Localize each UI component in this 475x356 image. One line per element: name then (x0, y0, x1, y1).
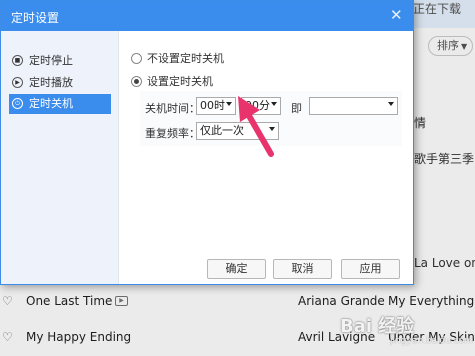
baidu-watermark-url: jingyan.baidu.com (390, 336, 474, 346)
sidebar-item-label: 定时播放 (29, 76, 73, 89)
date-select[interactable] (309, 97, 398, 115)
song-row-fragment: 歌手第三季 第 (414, 152, 475, 166)
dialog-title-bar[interactable]: 定时设置 ✕ (1, 1, 413, 31)
timer-stop-icon: ■ (12, 55, 23, 66)
chevron-down-icon (226, 102, 232, 106)
power-icon: ⏻ (12, 98, 23, 109)
sidebar-item-label: 定时停止 (29, 54, 73, 67)
repeat-frequency-label: 重复频率： (145, 127, 200, 140)
sidebar-item-label: 定时关机 (29, 97, 73, 110)
song-artist: Ariana Grande (298, 294, 385, 308)
shutdown-time-label: 关机时间： (145, 102, 200, 115)
download-label[interactable]: 正在下载 (413, 0, 461, 17)
song-title: My Happy Ending (26, 330, 132, 344)
settings-sidebar: ■ 定时停止 ▶ 定时播放 ⏻ 定时关机 (1, 31, 119, 284)
radio-button-selected[interactable] (131, 76, 142, 87)
sidebar-item-timer-play[interactable]: ▶ 定时播放 (9, 73, 111, 93)
song-row-fragment: La Love on I (414, 256, 475, 270)
sidebar-item-timer-shutdown[interactable]: ⏻ 定时关机 (9, 94, 111, 114)
heart-icon[interactable]: ♡ (2, 294, 13, 308)
chevron-down-icon: ▼ (461, 42, 468, 51)
that-is-label: 即 (291, 102, 302, 115)
annotation-arrow-icon (238, 96, 274, 157)
sidebar-item-timer-stop[interactable]: ■ 定时停止 (9, 51, 111, 71)
hour-value: 00时 (200, 99, 225, 112)
hour-select[interactable]: 00时 (196, 97, 236, 115)
no-shutdown-label: 不设置定时关机 (147, 52, 224, 65)
baidu-watermark-logo: Bai 经验 (340, 316, 415, 337)
set-shutdown-label: 设置定时关机 (147, 75, 213, 88)
heart-icon[interactable]: ♡ (2, 330, 13, 344)
song-album: My Everything (388, 294, 475, 308)
sort-label: 排序 (437, 39, 459, 52)
apply-button[interactable]: 应用 (341, 259, 400, 279)
mv-icon[interactable]: ▶ (115, 296, 128, 306)
sort-button[interactable]: 排序 ▼ (428, 36, 473, 56)
timer-play-icon: ▶ (12, 77, 23, 88)
cancel-button[interactable]: 取消 (273, 259, 332, 279)
close-icon[interactable]: ✕ (390, 6, 403, 24)
dialog-title: 定时设置 (11, 11, 60, 25)
chevron-down-icon (388, 102, 394, 106)
radio-button[interactable] (131, 53, 142, 64)
song-row-fragment: 情 (414, 116, 427, 130)
song-title: One Last Time (26, 294, 113, 308)
timer-settings-dialog: 定时设置 ✕ ■ 定时停止 ▶ 定时播放 ⏻ 定时关机 不设置定时关机 设置定时… (0, 0, 414, 285)
ok-button[interactable]: 确定 (207, 259, 266, 279)
